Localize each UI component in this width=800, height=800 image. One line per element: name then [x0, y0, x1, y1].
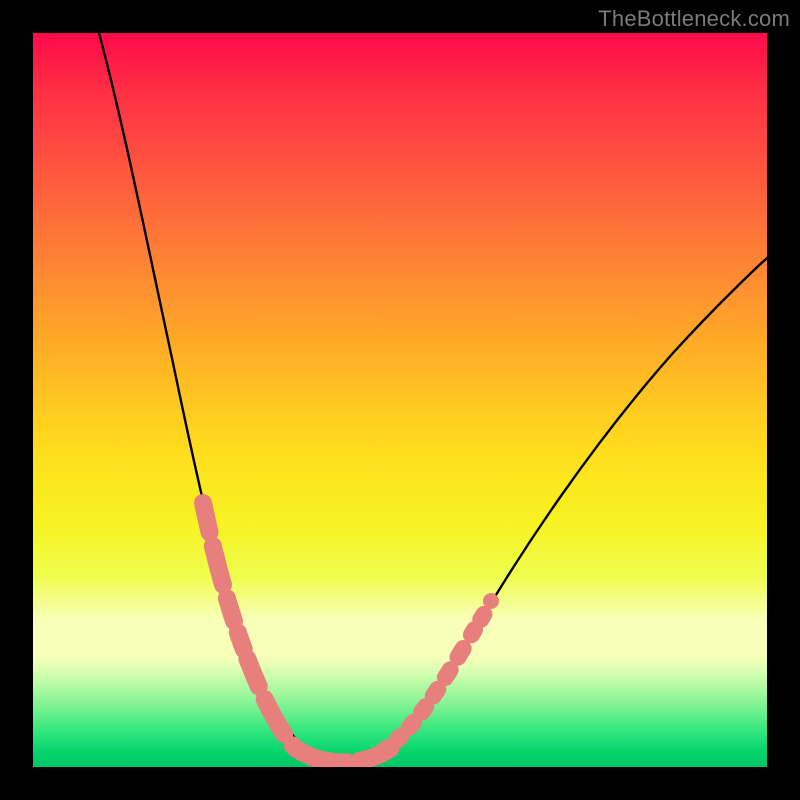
- highlight-right-top-dot: [483, 593, 499, 609]
- bottleneck-curve: [33, 33, 767, 767]
- chart-plot-area: [33, 33, 767, 767]
- highlight-left: [203, 503, 295, 748]
- watermark-text: TheBottleneck.com: [598, 6, 790, 32]
- curve-path: [99, 33, 767, 760]
- chart-frame: TheBottleneck.com: [0, 0, 800, 800]
- highlight-right: [383, 608, 488, 751]
